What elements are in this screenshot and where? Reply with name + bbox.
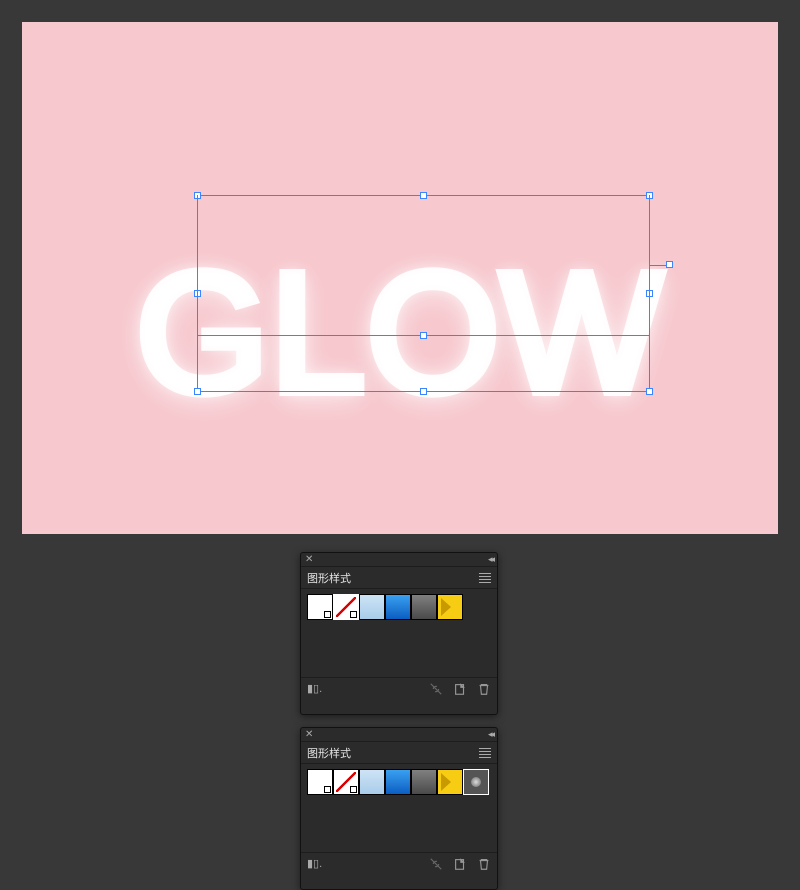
style-swatch-default-1[interactable]: [307, 769, 333, 795]
swatch-row: [307, 594, 491, 620]
style-swatch-light-blue[interactable]: [359, 594, 385, 620]
graphic-styles-panel-2: ✕ ◂◂ 图形样式 ▮▯.: [300, 727, 498, 890]
graphic-styles-panel-1: ✕ ◂◂ 图形样式 ▮▯.: [300, 552, 498, 715]
trash-icon[interactable]: [477, 682, 491, 696]
style-swatch-blue[interactable]: [385, 594, 411, 620]
text-out-port[interactable]: [666, 261, 673, 268]
style-swatch-gray[interactable]: [411, 594, 437, 620]
panel-menu-icon[interactable]: [479, 748, 491, 758]
collapse-icon[interactable]: ◂◂: [488, 554, 493, 565]
break-link-icon[interactable]: [429, 682, 443, 696]
handle-bottom-left[interactable]: [194, 388, 201, 395]
collapse-icon[interactable]: ◂◂: [488, 729, 493, 740]
new-style-icon[interactable]: [453, 857, 467, 871]
style-swatch-default-1[interactable]: [307, 594, 333, 620]
panel-tabbar: 图形样式: [301, 567, 497, 589]
library-icon[interactable]: ▮▯.: [307, 857, 322, 870]
panel-topbar: ✕ ◂◂: [301, 728, 497, 742]
panel-title[interactable]: 图形样式: [307, 745, 351, 761]
new-style-icon[interactable]: [453, 682, 467, 696]
panel-topbar: ✕ ◂◂: [301, 553, 497, 567]
style-swatch-yellow[interactable]: [437, 769, 463, 795]
break-link-icon[interactable]: [429, 857, 443, 871]
style-swatch-light-blue[interactable]: [359, 769, 385, 795]
panel-body: [301, 589, 497, 677]
text-baseline-box: [197, 195, 650, 336]
handle-bottom-middle[interactable]: [420, 388, 427, 395]
style-swatch-gray[interactable]: [411, 769, 437, 795]
style-swatch-yellow[interactable]: [437, 594, 463, 620]
trash-icon[interactable]: [477, 857, 491, 871]
style-swatch-glow[interactable]: [463, 769, 489, 795]
swatch-row: [307, 769, 491, 795]
style-swatch-default-2[interactable]: [333, 769, 359, 795]
handle-bottom-right[interactable]: [646, 388, 653, 395]
panel-title[interactable]: 图形样式: [307, 570, 351, 586]
style-swatch-default-2[interactable]: [333, 594, 359, 620]
panel-body: [301, 764, 497, 852]
panel-footer: ▮▯.: [301, 677, 497, 699]
panel-footer: ▮▯.: [301, 852, 497, 874]
panel-menu-icon[interactable]: [479, 573, 491, 583]
artboard[interactable]: GLOW: [22, 22, 778, 534]
close-icon[interactable]: ✕: [305, 554, 313, 565]
style-swatch-blue[interactable]: [385, 769, 411, 795]
panel-tabbar: 图形样式: [301, 742, 497, 764]
library-icon[interactable]: ▮▯.: [307, 682, 322, 695]
handle-baseline[interactable]: [420, 332, 427, 339]
close-icon[interactable]: ✕: [305, 729, 313, 740]
